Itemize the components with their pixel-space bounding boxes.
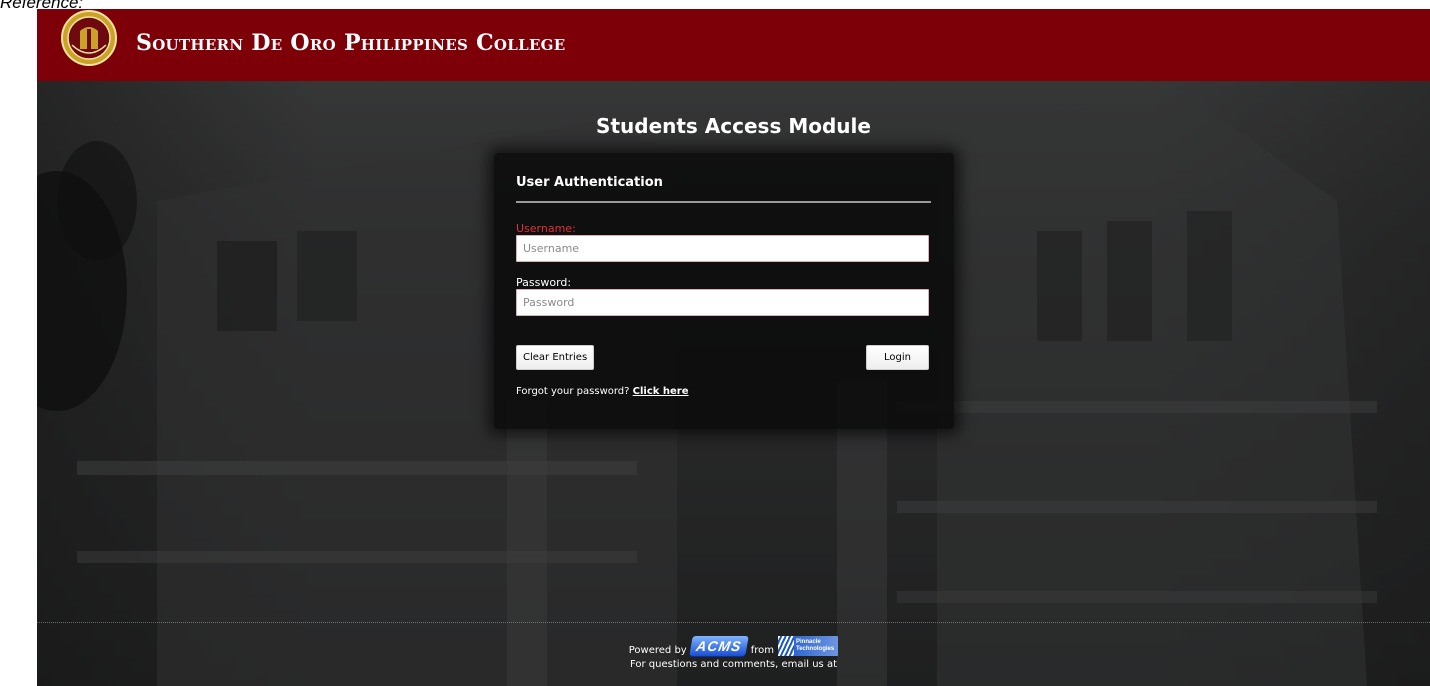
password-input[interactable] [516, 289, 929, 316]
powered-by-text: Powered by [628, 645, 687, 656]
login-panel: User Authentication Username: Password: … [494, 153, 954, 429]
pinnacle-line2: Technologies [796, 646, 835, 652]
pinnacle-logo-text: Pinnacle Technologies [796, 639, 834, 653]
username-input[interactable] [516, 235, 929, 262]
site-header: Southern De Oro Philippines College [37, 9, 1430, 81]
pinnacle-line1: Pinnacle [796, 639, 821, 645]
forgot-password-prefix: Forgot your password? [516, 386, 630, 397]
login-button[interactable]: Login [866, 345, 929, 370]
college-seal-icon [61, 10, 117, 66]
clear-entries-button[interactable]: Clear Entries [516, 345, 595, 370]
footer-divider [37, 622, 1430, 624]
panel-divider [516, 201, 931, 203]
panel-title: User Authentication [516, 175, 663, 190]
page-frame: Southern De Oro Philippines College Stud… [37, 9, 1430, 686]
forgot-password-text: Forgot your password? Click here [516, 386, 689, 397]
password-label: Password: [516, 276, 572, 289]
site-footer: Powered by ACMS from Pinnacle Technologi… [37, 632, 1430, 678]
pinnacle-technologies-logo-icon[interactable]: Pinnacle Technologies [778, 636, 839, 656]
username-label: Username: [516, 222, 576, 235]
college-name: Southern De Oro Philippines College [136, 30, 566, 56]
acms-logo-icon[interactable]: ACMS [688, 636, 749, 656]
module-title: Students Access Module [596, 114, 871, 138]
contact-text: For questions and comments, email us at [630, 659, 837, 670]
from-text: from [750, 645, 774, 656]
forgot-password-link[interactable]: Click here [633, 386, 689, 397]
reference-label: Reference: [0, 0, 84, 12]
pinnacle-mark-icon [778, 636, 794, 656]
powered-by-row: Powered by ACMS from Pinnacle Technologi… [37, 632, 1430, 656]
contact-email-link[interactable] [37, 672, 1430, 678]
